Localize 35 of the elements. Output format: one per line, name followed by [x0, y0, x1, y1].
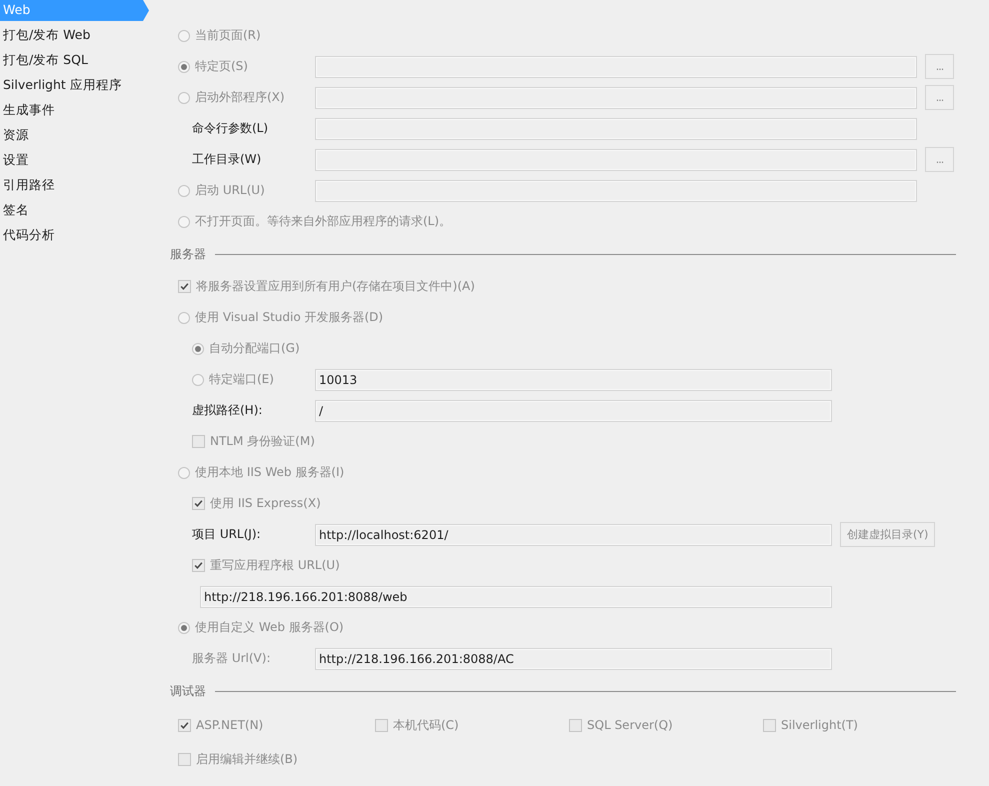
option-label: 特定页(S): [195, 58, 248, 75]
section-heading: 服务器: [170, 246, 206, 262]
field-label: 工作目录(W): [192, 151, 262, 168]
option-label: NTLM 身份验证(M): [210, 433, 315, 450]
sidebar-item[interactable]: 设置: [0, 150, 148, 175]
sidebar-item[interactable]: 资源: [0, 125, 148, 150]
option-label: 启用编辑并继续(B): [196, 750, 298, 768]
sidebar-item[interactable]: 生成事件: [0, 100, 148, 125]
option-label: 不打开页面。等待来自外部应用程序的请求(L)。: [195, 213, 452, 230]
field-label: 项目 URL(J):: [192, 526, 261, 543]
sidebar-item[interactable]: 引用路径: [0, 175, 148, 200]
field-label: 命令行参数(L): [192, 120, 268, 137]
option-label: Silverlight(T): [781, 718, 858, 732]
option-label: 将服务器设置应用到所有用户(存储在项目文件中)(A): [196, 278, 475, 295]
sidebar-item[interactable]: 打包/发布 Web: [0, 25, 148, 50]
field-label: 虚拟路径(H):: [192, 402, 262, 419]
option-label: 使用自定义 Web 服务器(O): [195, 619, 344, 636]
option-label: SQL Server(Q): [587, 718, 673, 732]
sidebar-item[interactable]: 代码分析: [0, 225, 148, 250]
sidebar-item[interactable]: 打包/发布 SQL: [0, 50, 148, 75]
option-label: 当前页面(R): [195, 27, 261, 44]
option-label: ASP.NET(N): [196, 718, 264, 732]
sidebar-item[interactable]: Silverlight 应用程序: [0, 75, 148, 100]
option-label: 自动分配端口(G): [209, 340, 300, 357]
option-label: 使用本地 IIS Web 服务器(I): [195, 464, 344, 481]
option-label: 重写应用程序根 URL(U): [210, 557, 340, 574]
option-label: 使用 IIS Express(X): [210, 495, 321, 512]
option-label: 启动 URL(U): [195, 182, 265, 199]
option-label: 特定端口(E): [209, 371, 274, 388]
option-label: 本机代码(C): [393, 716, 459, 734]
sidebar-item[interactable]: 签名: [0, 200, 148, 225]
option-label: 启动外部程序(X): [195, 89, 285, 106]
option-label: 使用 Visual Studio 开发服务器(D): [195, 309, 384, 326]
field-label: 服务器 Url(V):: [192, 650, 270, 667]
section-heading: 调试器: [170, 682, 206, 700]
